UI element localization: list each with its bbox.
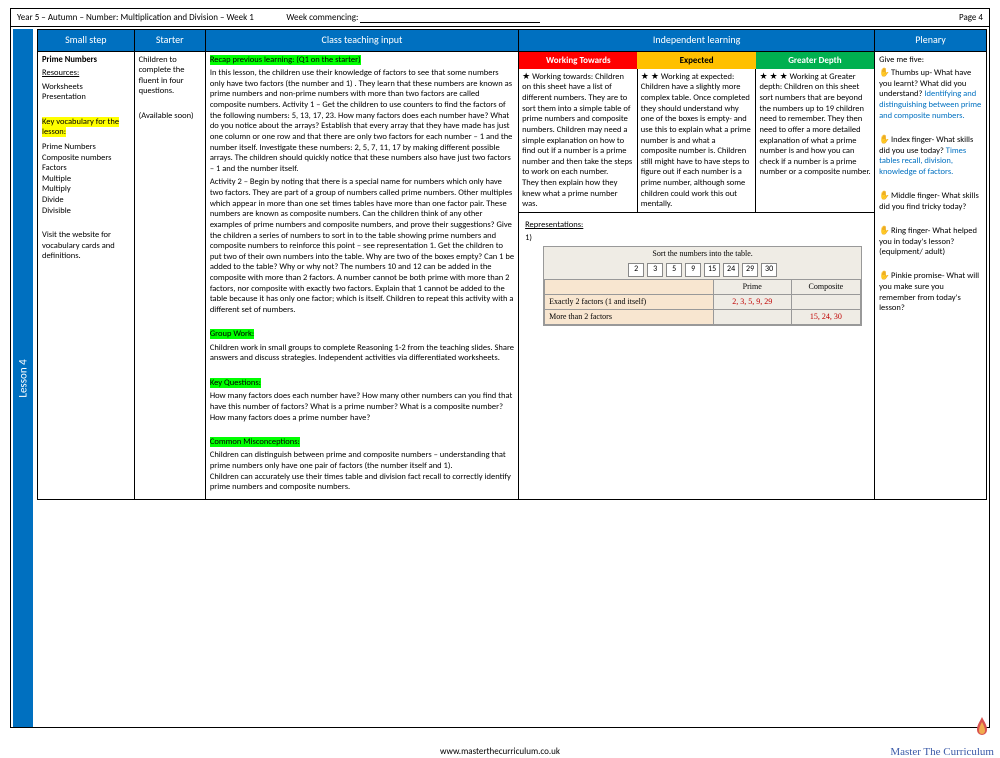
- num-tile: 3: [647, 263, 663, 277]
- col-starter: Starter: [134, 30, 205, 52]
- header-week-label: Week commencing:: [286, 12, 358, 23]
- content-area: Small step Starter Class teaching input …: [35, 27, 989, 500]
- differentiation-body: ★ Working towards: Children on this shee…: [519, 69, 874, 212]
- differentiation-header: Working Towards Expected Greater Depth: [519, 52, 874, 69]
- col-small-step: Small step: [38, 30, 135, 52]
- input-body-2: Activity 2 – Begin by noting that there …: [210, 177, 514, 315]
- prime-col-header: Prime: [713, 280, 791, 295]
- sort-table-box: Sort the numbers into the table. 2 3 5 9…: [543, 246, 862, 326]
- sort-instruction: Sort the numbers into the table.: [544, 247, 861, 261]
- lesson-side-tab: Lesson 4: [13, 29, 33, 727]
- recap-label: Recap previous learning: (Q1 on the star…: [210, 55, 361, 65]
- small-step-cell: Prime Numbers Resources: Worksheets Pres…: [38, 51, 135, 499]
- resources-label: Resources:: [42, 68, 130, 79]
- hand-icon: ✋: [879, 271, 889, 282]
- wt-text: Children on this sheet have a list of di…: [522, 72, 632, 210]
- ex-title: Working at expected:: [661, 72, 734, 82]
- teaching-input-cell: Recap previous learning: (Q1 on the star…: [205, 51, 518, 499]
- lesson-number: Lesson 4: [17, 359, 30, 397]
- representations-section: Representations: 1) Sort the numbers int…: [519, 212, 874, 329]
- hand-icon: ✋: [879, 226, 889, 237]
- num-tile: 30: [761, 263, 777, 277]
- prime-composite-table: Prime Composite Exactly 2 factors (1 and…: [544, 279, 861, 325]
- page-number: Page 4: [959, 12, 983, 23]
- hand-icon: ✋: [879, 191, 889, 202]
- page-container: Year 5 – Autumn – Number: Multiplication…: [10, 8, 990, 728]
- pinkie-text: Pinkie promise- What will you make sure …: [879, 271, 979, 313]
- working-towards-body: ★ Working towards: Children on this shee…: [519, 69, 638, 212]
- gd-text: Children on this sheet sort numbers that…: [759, 82, 870, 177]
- composite-answers: 15, 24, 30: [791, 310, 860, 325]
- plenary-intro: Give me five:: [879, 55, 982, 66]
- num-tile: 2: [628, 263, 644, 277]
- working-towards-header: Working Towards: [519, 52, 637, 69]
- blank-corner: [545, 280, 714, 295]
- greater-depth-body: ★ ★ ★ Working at Greater depth: Children…: [756, 69, 874, 212]
- ex-stars: ★ ★: [641, 71, 659, 82]
- hand-icon: ✋: [879, 135, 889, 146]
- page-header: Year 5 – Autumn – Number: Multiplication…: [11, 9, 989, 27]
- rep-number: 1): [525, 233, 868, 244]
- num-tile: 15: [704, 263, 720, 277]
- composite-col-header: Composite: [791, 280, 860, 295]
- group-work-label: Group Work:: [210, 329, 254, 339]
- num-tile: 9: [685, 263, 701, 277]
- col-plenary: Plenary: [875, 30, 987, 52]
- flame-icon: [974, 717, 990, 744]
- group-work-text: Children work in small groups to complet…: [210, 343, 514, 364]
- hand-icon: ✋: [879, 68, 889, 79]
- key-questions-text: How many factors does each number have? …: [210, 391, 514, 423]
- num-tile: 24: [723, 263, 739, 277]
- resources-list: Worksheets Presentation: [42, 82, 130, 103]
- week-blank-line: [360, 13, 540, 23]
- key-questions-label: Key Questions:: [210, 378, 261, 388]
- starter-availability: (Available soon): [139, 111, 201, 122]
- prime-answers: 2, 3, 5, 9, 29: [713, 295, 791, 310]
- empty-cell: [791, 295, 860, 310]
- col-independent: Independent learning: [519, 30, 875, 52]
- exactly-2-factors-label: Exactly 2 factors (1 and itself): [545, 295, 714, 310]
- starter-text: Children to complete the fluent in four …: [139, 55, 201, 98]
- num-tile: 29: [742, 263, 758, 277]
- plenary-cell: Give me five: ✋ Thumbs up- What have you…: [875, 51, 987, 499]
- ring-text: Ring finger- What helped you in today's …: [879, 226, 977, 257]
- misconceptions-label: Common Misconceptions:: [210, 437, 300, 447]
- ex-text: Children have a slightly more complex ta…: [641, 82, 751, 209]
- wt-title: Working towards:: [532, 72, 593, 82]
- footer-url: www.masterthecurriculum.co.uk: [0, 746, 1000, 757]
- step-title: Prime Numbers: [42, 55, 130, 66]
- vocab-label: Key vocabulary for the lesson:: [42, 117, 119, 138]
- header-title: Year 5 – Autumn – Number: Multiplication…: [17, 12, 254, 23]
- expected-header: Expected: [637, 52, 755, 69]
- brand-logo: Master The Curriculum: [890, 746, 994, 758]
- num-tile: 5: [666, 263, 682, 277]
- expected-body: ★ ★ Working at expected: Children have a…: [638, 69, 757, 212]
- independent-learning-cell: Working Towards Expected Greater Depth ★…: [519, 51, 875, 499]
- starter-cell: Children to complete the fluent in four …: [134, 51, 205, 499]
- col-class-input: Class teaching input: [205, 30, 518, 52]
- lesson-plan-table: Small step Starter Class teaching input …: [37, 29, 987, 500]
- vocab-list: Prime Numbers Composite numbers Factors …: [42, 142, 130, 216]
- greater-depth-header: Greater Depth: [756, 52, 874, 69]
- misconceptions-text: Children can distinguish between prime a…: [210, 450, 514, 493]
- vocab-website-note: Visit the website for vocabulary cards a…: [42, 230, 130, 262]
- representations-label: Representations:: [525, 220, 868, 231]
- more-than-2-factors-label: More than 2 factors: [545, 310, 714, 325]
- empty-cell: [713, 310, 791, 325]
- input-body-1: In this lesson, the children use their k…: [210, 68, 514, 174]
- gd-stars: ★ ★ ★: [759, 71, 787, 82]
- middle-text: Middle finger- What skills did you find …: [879, 191, 979, 212]
- number-tiles-row: 2 3 5 9 15 24 29 30: [544, 261, 861, 279]
- wt-stars: ★: [522, 71, 530, 82]
